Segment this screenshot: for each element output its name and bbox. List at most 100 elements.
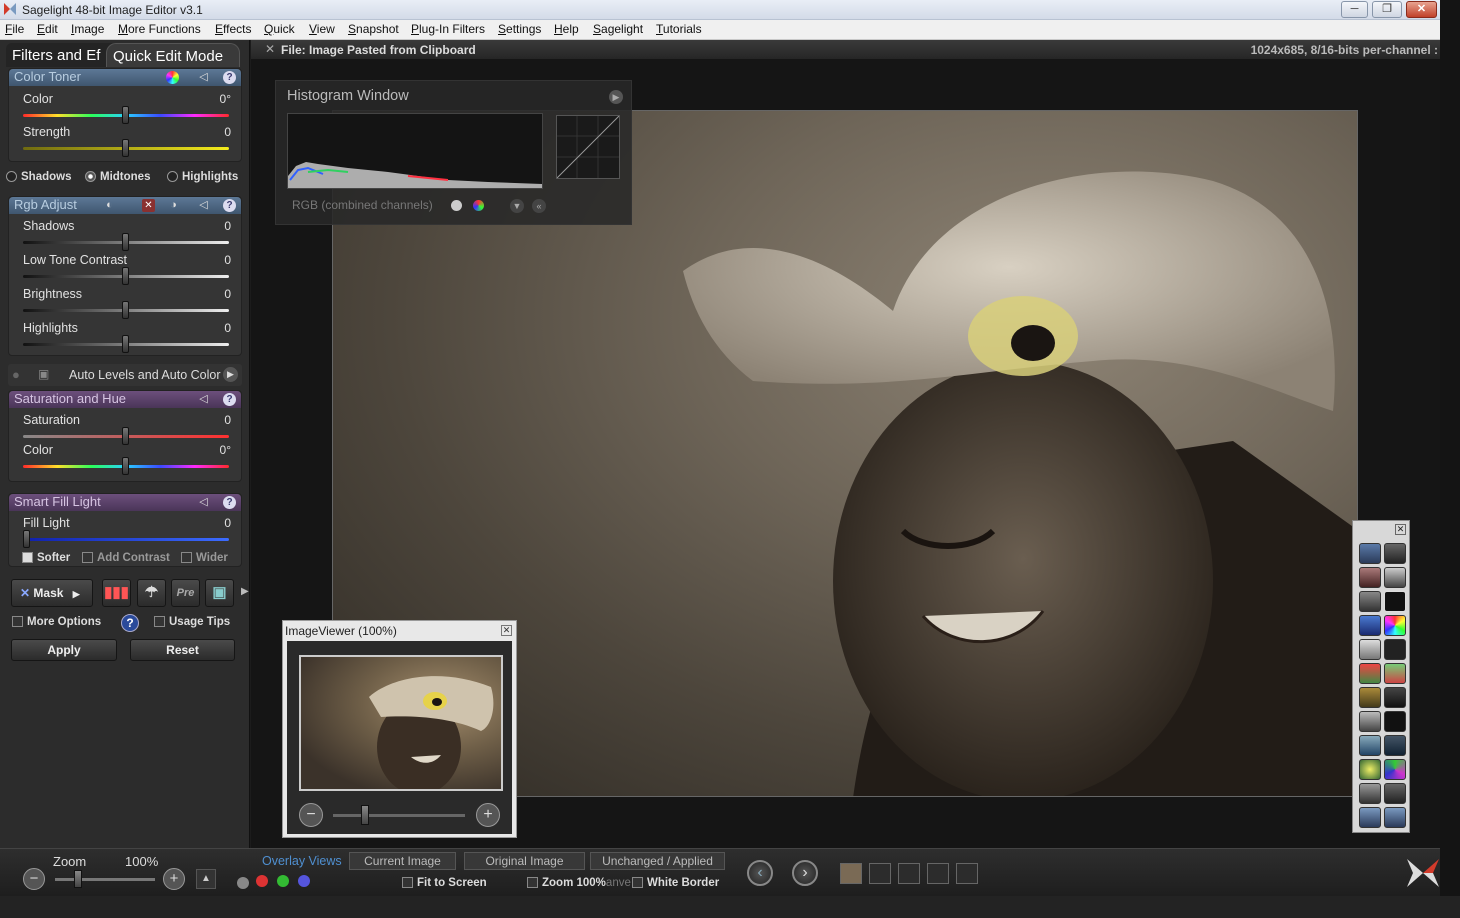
close-icon[interactable]: ✕ [1395,524,1406,535]
rgb-adjust-header[interactable]: Rgb Adjust ◐ ✕ ◑ ◁ ? [9,197,241,214]
reset-button[interactable]: Reset [130,639,235,661]
radio-shadows[interactable]: Shadows [6,171,71,183]
select-tool-icon[interactable] [1384,639,1406,660]
close-button[interactable]: ✕ [1406,1,1437,18]
split-vertical-icon[interactable] [869,863,891,884]
edit-tool-icon[interactable] [1359,807,1381,828]
slider-thumb[interactable] [122,139,129,157]
collapse-left-icon[interactable]: ◁ [197,199,210,212]
help-icon[interactable]: ? [223,71,236,84]
menu-plugin-filters[interactable]: Plug-In Filters [411,22,485,36]
zoom-thumb[interactable] [74,870,82,888]
print-tool-icon[interactable] [1359,783,1381,804]
image-button[interactable]: ▣ [205,579,234,607]
forward-arrow-icon[interactable]: › [792,860,818,886]
rgb-brightness-slider[interactable]: Brightness 0 [23,287,231,319]
filter-tool-icon[interactable] [1359,663,1381,684]
blend-tool-icon[interactable] [1359,759,1381,780]
menu-settings[interactable]: Settings [498,22,541,36]
menu-quick[interactable]: Quick [264,22,295,36]
arrow-right-icon[interactable]: ▶ [223,367,238,382]
rgb-channel-icon[interactable] [473,200,484,211]
fit-to-screen-checkbox[interactable]: Fit to Screen [402,877,487,889]
slider-thumb[interactable] [122,457,129,475]
back-arrow-icon[interactable]: ‹ [747,860,773,886]
rgb-low-tone-contrast-slider[interactable]: Low Tone Contrast 0 [23,253,231,285]
usage-tips-checkbox[interactable]: Usage Tips [154,616,230,628]
menu-effects[interactable]: Effects [215,22,251,36]
contrast-icon[interactable]: ◑ [167,199,180,212]
tab-original-image[interactable]: Original Image [464,852,585,870]
image-viewer-window[interactable]: ImageViewer (100%) ✕ − + [282,620,517,838]
single-view-icon[interactable] [840,863,862,884]
gradient-tool-icon[interactable] [1384,567,1406,588]
tools-palette[interactable]: ✕ [1352,520,1410,833]
zoom-track[interactable] [55,878,155,881]
rgb-shadows-slider[interactable]: Shadows 0 [23,219,231,251]
mask-button[interactable]: ✕ Mask ▶ [11,579,93,607]
zoom-in-button[interactable]: + [163,868,185,890]
color-tool-icon[interactable] [1359,615,1381,636]
slider-thumb[interactable] [122,335,129,353]
slider-thumb[interactable] [122,267,129,285]
color-wheel-icon[interactable] [166,71,179,84]
zoom-out-button[interactable]: − [299,803,323,827]
redeye-tool-icon[interactable] [1359,567,1381,588]
fill-light-slider[interactable]: Fill Light 0 [23,516,231,548]
color-toner-header[interactable]: Color Toner ◁ ? [9,69,241,86]
expand-down-icon[interactable]: ▼ [510,199,524,213]
overlay-gray-icon[interactable] [237,877,249,889]
viewer-zoom-track[interactable] [333,814,465,817]
tab-current-image[interactable]: Current Image [349,852,456,870]
menu-help[interactable]: Help [554,22,579,36]
eye-tool-icon[interactable] [1384,687,1406,708]
close-icon[interactable]: ✕ [265,42,275,56]
minimize-button[interactable]: ─ [1341,1,1368,18]
smart-fill-light-header[interactable]: Smart Fill Light ◁ ? [9,494,241,511]
camera-tool-icon[interactable] [1384,711,1406,732]
lamp-button[interactable]: ☂ [137,579,166,607]
slider-thumb[interactable] [23,530,30,548]
split-rows-icon[interactable] [956,863,978,884]
zoom-in-button[interactable]: + [476,803,500,827]
help-icon[interactable]: ? [223,199,236,212]
frame-tool-icon[interactable] [1384,735,1406,756]
viewer-zoom-thumb[interactable] [361,805,369,825]
collapse-left-icon[interactable]: ◁ [197,71,210,84]
curve-graph[interactable] [556,115,620,179]
help-icon[interactable]: ? [121,614,139,632]
histogram-window[interactable]: Histogram Window ▶ RGB (combined channel… [275,80,632,225]
collapse-left-icon[interactable]: « [532,199,546,213]
slider-track[interactable] [23,538,229,541]
hue-color-slider[interactable]: Color 0° [23,443,231,475]
clone-tool-icon[interactable] [1384,543,1406,564]
tab-unchanged-applied[interactable]: Unchanged / Applied [590,852,725,870]
menu-image[interactable]: Image [71,22,104,36]
zoom-100-checkbox[interactable]: Zoom 100%anve [527,877,631,889]
collapse-left-icon[interactable]: ◁ [197,393,210,406]
split-horizontal-icon[interactable] [898,863,920,884]
help-icon[interactable]: ? [223,393,236,406]
maximize-button[interactable]: ❐ [1372,1,1402,18]
menu-snapshot[interactable]: Snapshot [348,22,399,36]
tab-filters-and-effects[interactable]: Filters and Ef [6,43,116,67]
levels-chart-button[interactable]: ▮▮▮ [102,579,131,607]
pen-tool-icon[interactable] [1384,663,1406,684]
zoom-out-button[interactable]: − [23,868,45,890]
sagelight-icon[interactable]: ✕ [142,199,155,212]
color-toner-strength-slider[interactable]: Strength 0 [23,125,231,157]
zoom-up-button[interactable]: ▲ [196,869,216,889]
save-tool-icon[interactable] [1384,807,1406,828]
menu-view[interactable]: View [309,22,335,36]
hue-tool-icon[interactable] [1384,759,1406,780]
rotate-tool-icon[interactable] [1359,591,1381,612]
settings-icon[interactable]: ◐ [103,199,116,212]
menu-file[interactable]: File [5,22,24,36]
quick-edit-tool-icon[interactable] [1359,687,1381,708]
slider-thumb[interactable] [122,301,129,319]
gray-channel-icon[interactable] [451,200,462,211]
radio-midtones[interactable]: Midtones [85,171,150,183]
saturation-slider[interactable]: Saturation 0 [23,413,231,445]
slider-thumb[interactable] [122,106,129,124]
expand-right-icon[interactable]: ▶ [241,586,249,597]
